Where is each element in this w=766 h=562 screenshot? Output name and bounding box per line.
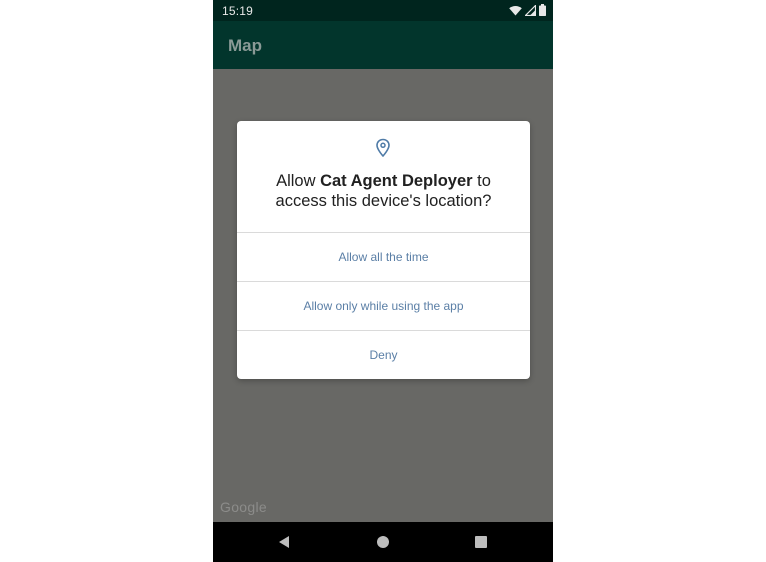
back-icon[interactable] <box>277 534 293 550</box>
allow-while-using-label: Allow only while using the app <box>303 299 464 313</box>
recents-icon[interactable] <box>473 534 489 550</box>
dialog-title-line2: access this device's location? <box>275 192 492 210</box>
battery-icon <box>539 4 546 16</box>
status-time: 15:19 <box>222 4 254 18</box>
allow-all-the-time-button[interactable]: Allow all the time <box>237 232 530 281</box>
status-bar: 15:19 <box>213 0 553 21</box>
allow-while-using-button[interactable]: Allow only while using the app <box>237 281 530 330</box>
allow-all-the-time-label: Allow all the time <box>338 250 429 264</box>
deny-button[interactable]: Deny <box>237 330 530 379</box>
app-bar: Map <box>213 21 553 69</box>
location-permission-dialog: Allow Cat Agent Deployer to access this … <box>237 121 530 379</box>
cell-signal-icon <box>525 4 536 16</box>
dialog-title-prefix: Allow <box>276 172 321 190</box>
deny-label: Deny <box>369 348 398 362</box>
wifi-icon <box>509 5 522 15</box>
location-pin-icon <box>376 138 390 158</box>
home-icon[interactable] <box>375 534 391 550</box>
dialog-title-suffix: to <box>472 172 491 190</box>
app-title: Map <box>228 36 262 55</box>
google-logo: Google <box>220 499 267 515</box>
dialog-title: Allow Cat Agent Deployer to access this … <box>247 171 520 211</box>
dialog-app-name: Cat Agent Deployer <box>320 172 473 190</box>
status-icons <box>509 4 546 16</box>
navigation-bar <box>213 522 553 562</box>
